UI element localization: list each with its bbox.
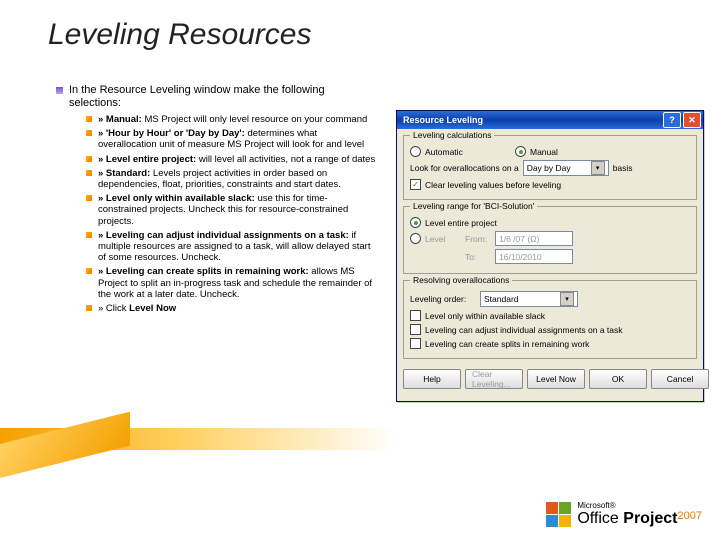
label-clear: Clear leveling values before leveling [425,180,561,190]
dialog-title: Resource Leveling [403,115,483,125]
cancel-button[interactable]: Cancel [651,369,709,389]
label-lookfor: Look for overallocations on a [410,163,519,173]
footer-diagonal [0,412,130,478]
chevron-down-icon: ▾ [591,161,605,175]
label-automatic: Automatic [425,147,515,157]
list-item: » Level entire project: will level all a… [86,154,376,165]
checkbox-adjust[interactable] [410,324,421,335]
list-item: » Manual: MS Project will only level res… [86,114,376,125]
dialog-button-row: Help Clear Leveling... Level Now OK Canc… [397,365,703,395]
office-project-logo: Microsoft® Office Project2007 [546,501,702,528]
bullet-icon [86,195,92,201]
radio-automatic[interactable] [410,146,421,157]
office-logo-icon [546,502,571,527]
list-item-text: » Click Level Now [98,303,376,314]
intro-text: In the Resource Leveling window make the… [69,84,376,110]
input-to-date[interactable]: 16/10/2010 [495,249,573,264]
help-button[interactable]: Help [403,369,461,389]
list-item: » Level only within available slack: use… [86,193,376,227]
list-item-text: » Manual: MS Project will only level res… [98,114,376,125]
checkbox-slack[interactable] [410,310,421,321]
label-splits: Leveling can create splits in remaining … [425,339,589,349]
checkbox-splits[interactable] [410,338,421,349]
label-entire: Level entire project [425,218,497,228]
logo-microsoft: Microsoft® [577,501,702,510]
logo-office: Office [577,510,623,527]
checkbox-clear[interactable] [410,179,421,190]
bullet-icon [86,156,92,162]
radio-entire[interactable] [410,217,421,228]
dropdown-order[interactable]: Standard ▾ [480,291,578,307]
resource-leveling-dialog: Resource Leveling ? ✕ Leveling calculati… [396,110,704,402]
list-item: » 'Hour by Hour' or 'Day by Day': determ… [86,128,376,150]
dropdown-basis[interactable]: Day by Day ▾ [523,160,609,176]
list-item-text: » 'Hour by Hour' or 'Day by Day': determ… [98,128,376,150]
group-range: Leveling range for 'BCI-Solution' Level … [403,206,697,274]
dropdown-order-value: Standard [484,294,519,304]
label-slack: Level only within available slack [425,311,545,321]
label-basis: basis [613,163,633,173]
group-legend: Leveling calculations [410,130,494,140]
group-legend: Leveling range for 'BCI-Solution' [410,201,537,211]
dropdown-basis-value: Day by Day [527,163,571,173]
input-from-date[interactable]: 1/6 /07 (Ω) [495,231,573,246]
label-from: From: [465,234,495,244]
close-icon[interactable]: ✕ [683,112,701,128]
label-adjust: Leveling can adjust individual assignmen… [425,325,623,335]
group-legend: Resolving overallocations [410,275,512,285]
logo-project: Project [623,510,677,527]
radio-manual[interactable] [515,146,526,157]
list-item: » Leveling can create splits in remainin… [86,266,376,300]
label-order: Leveling order: [410,294,480,304]
list-item-text: » Level only within available slack: use… [98,193,376,227]
bullet-icon [56,87,63,94]
dialog-titlebar: Resource Leveling ? ✕ [397,111,703,129]
level-now-button[interactable]: Level Now [527,369,585,389]
list-item-text: » Leveling can adjust individual assignm… [98,230,376,264]
group-calculations: Leveling calculations Automatic Manual L… [403,135,697,200]
bullet-icon [86,268,92,274]
list-item-text: » Standard: Levels project activities in… [98,168,376,190]
group-resolving: Resolving overallocations Leveling order… [403,280,697,359]
label-to: To: [465,252,495,262]
chevron-down-icon: ▾ [560,292,574,306]
slide-title: Leveling Resources [48,18,311,52]
bullet-icon [86,305,92,311]
list-item-text: » Level entire project: will level all a… [98,154,376,165]
bullet-icon [86,232,92,238]
body-text: In the Resource Leveling window make the… [56,84,376,317]
list-item: » Click Level Now [86,303,376,314]
help-icon[interactable]: ? [663,112,681,128]
radio-level-range[interactable] [410,233,421,244]
list-item: » Leveling can adjust individual assignm… [86,230,376,264]
list-item-text: » Leveling can create splits in remainin… [98,266,376,300]
bullet-icon [86,170,92,176]
label-manual: Manual [530,147,558,157]
ok-button[interactable]: OK [589,369,647,389]
list-item: » Standard: Levels project activities in… [86,168,376,190]
label-level: Level [425,234,465,244]
logo-year: 2007 [678,510,702,522]
clear-leveling-button[interactable]: Clear Leveling... [465,369,523,389]
bullet-icon [86,130,92,136]
bullet-icon [86,116,92,122]
